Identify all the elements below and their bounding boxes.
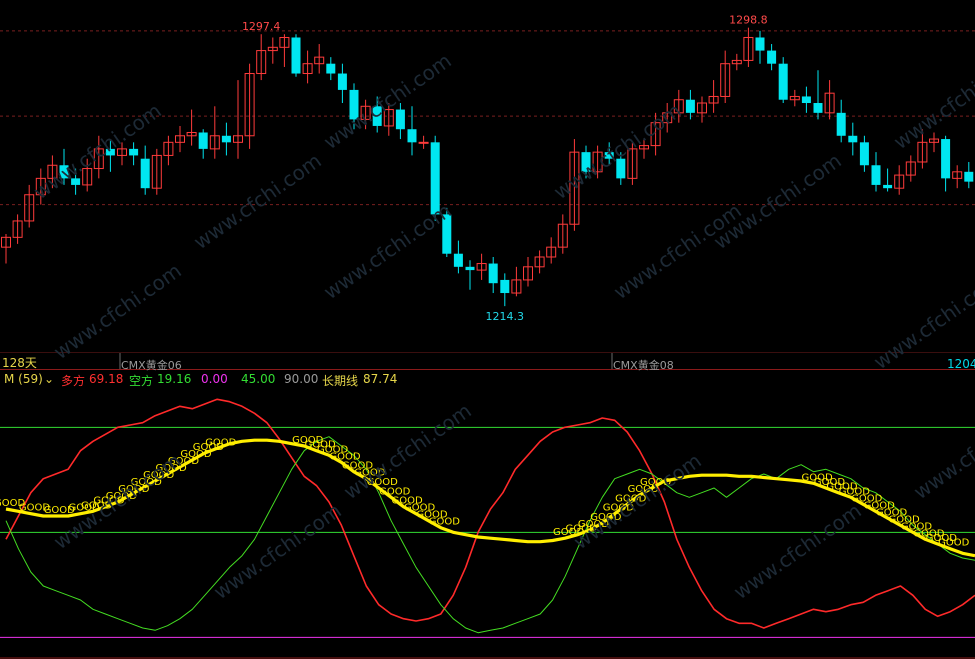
candle-body bbox=[500, 279, 510, 294]
chevron-down-icon[interactable]: ⌄ bbox=[44, 372, 54, 386]
bull-label: 多方 bbox=[61, 374, 86, 388]
contract-right-label: CMX黄金08 bbox=[613, 359, 674, 372]
low-price-label: 1214.3 bbox=[486, 310, 525, 323]
candle-body bbox=[407, 129, 417, 143]
price-edge-label: 1204 bbox=[947, 357, 975, 371]
candle-body bbox=[337, 73, 347, 90]
candle-body bbox=[221, 135, 231, 143]
candle-body bbox=[488, 263, 498, 284]
candle-body bbox=[685, 99, 695, 113]
period-label: 128天 bbox=[2, 356, 37, 370]
contract-left-label: CMX黄金06 bbox=[121, 359, 182, 372]
bear-value: 19.16 bbox=[157, 372, 192, 386]
long-label: 长期线 bbox=[322, 374, 359, 388]
candle-body bbox=[941, 139, 951, 179]
candle-body bbox=[813, 103, 823, 113]
high-ref-value: 90.00 bbox=[284, 372, 319, 386]
zero-ref-value: 0.00 bbox=[201, 372, 228, 386]
bull-value: 69.18 bbox=[89, 372, 124, 386]
watermark-text: www.cfchi.com bbox=[189, 148, 326, 254]
watermark-text: www.cfchi.com bbox=[909, 398, 975, 504]
candle-body bbox=[418, 141, 429, 144]
candle-body bbox=[848, 135, 858, 143]
watermark-text: www.cfchi.com bbox=[869, 268, 975, 370]
bear-label: 空方 bbox=[129, 374, 154, 388]
candle-body bbox=[836, 112, 846, 136]
good-signal-marker: GOOD bbox=[938, 538, 969, 549]
candle-body bbox=[395, 109, 405, 130]
good-signal-marker: GOOD bbox=[429, 517, 460, 528]
candle-body bbox=[801, 96, 811, 104]
candle-body bbox=[755, 37, 765, 51]
chart-window: 1297.4 1298.8 1214.3 www.cfchi.com www.cfchi… bbox=[0, 0, 975, 659]
candle-body bbox=[871, 165, 881, 185]
watermark-text: www.cfchi.com bbox=[49, 258, 186, 364]
high-price-label: 1297.4 bbox=[242, 20, 281, 33]
watermark-text: www.cfchi.com bbox=[209, 498, 346, 604]
candle-body bbox=[198, 132, 208, 149]
watermark-text: www.cfchi.com bbox=[729, 498, 866, 604]
indicator-name[interactable]: M (59) bbox=[4, 372, 43, 386]
watermark-text: www.cfchi.com bbox=[549, 98, 686, 204]
candle-body bbox=[140, 158, 150, 189]
indicator-chart[interactable]: GOODGOODGOODGOODGOODGOODGOODGOODGOODGOOD… bbox=[0, 370, 975, 659]
candle-body bbox=[326, 63, 336, 74]
price-chart[interactable]: 1297.41298.81214.3www.cfchi.com www.cfchi… bbox=[0, 0, 975, 370]
watermark-text: www.cfchi.com bbox=[889, 48, 975, 154]
candle-body bbox=[859, 142, 869, 166]
candle-body bbox=[778, 63, 788, 100]
candle-body bbox=[767, 50, 777, 64]
candle-body bbox=[883, 184, 893, 189]
candle-body bbox=[129, 148, 139, 156]
candle-body bbox=[453, 253, 463, 267]
watermark-text: www.cfchi.com bbox=[569, 448, 706, 554]
candle-body bbox=[964, 171, 974, 182]
high-price-label: 1298.8 bbox=[729, 14, 768, 27]
mid-ref-value: 45.00 bbox=[241, 372, 276, 386]
candle-body bbox=[465, 266, 475, 271]
watermark-text: www.cfchi.com bbox=[319, 198, 456, 304]
watermark-text: www.cfchi.com bbox=[49, 448, 186, 554]
candle-body bbox=[291, 37, 301, 74]
long-value: 87.74 bbox=[363, 372, 398, 386]
good-signal-marker: GOOD bbox=[205, 437, 236, 448]
